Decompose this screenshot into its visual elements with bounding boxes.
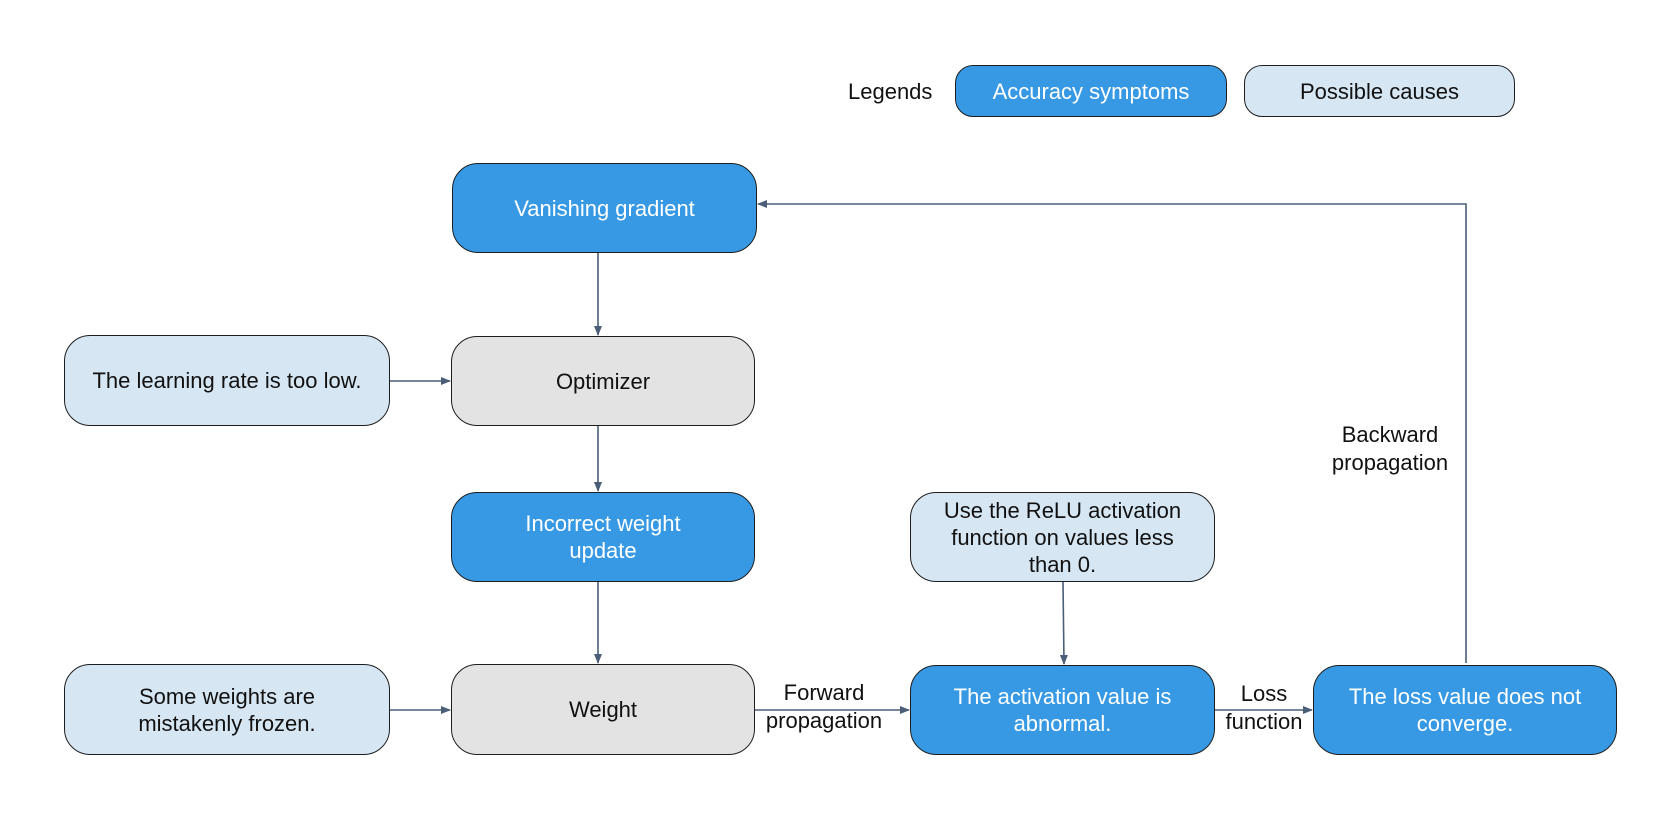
- edge-label-forward-propagation: Forward propagation: [765, 680, 883, 733]
- legend-accuracy-symptoms-label: Accuracy symptoms: [992, 78, 1190, 104]
- node-weight: Weight: [451, 664, 755, 755]
- node-learning-rate: The learning rate is too low.: [64, 335, 390, 426]
- edge-label-backward-propagation: Backward propagation: [1331, 422, 1449, 475]
- node-learning-rate-label: The learning rate is too low.: [92, 368, 362, 393]
- node-frozen-weights: Some weights are mistakenly frozen.: [64, 664, 390, 755]
- edge-relu-to-activation: [1059, 581, 1068, 665]
- node-optimizer: Optimizer: [451, 336, 755, 426]
- node-activation-abnormal: The activation value is abnormal.: [910, 665, 1215, 755]
- legend-title: Legends: [848, 79, 933, 104]
- node-relu: Use the ReLU activation function on valu…: [910, 492, 1215, 582]
- node-incorrect-weight-update-label: Incorrect weight update: [525, 511, 681, 563]
- node-incorrect-weight-update: Incorrect weight update: [451, 492, 755, 582]
- edge-label-loss-function: Loss function: [1225, 681, 1303, 734]
- diagram-canvas: Legends Accuracy symptoms Possible cause…: [0, 0, 1678, 816]
- node-vanishing-gradient-label: Vanishing gradient: [514, 195, 695, 221]
- node-activation-abnormal-label: The activation value is abnormal.: [953, 684, 1172, 736]
- legend-possible-causes: Possible causes: [1244, 65, 1515, 117]
- node-frozen-weights-label: Some weights are mistakenly frozen.: [138, 683, 316, 736]
- node-weight-label: Weight: [568, 697, 638, 722]
- node-vanishing-gradient: Vanishing gradient: [452, 163, 757, 253]
- node-loss-not-converge-label: The loss value does not converge.: [1348, 684, 1582, 736]
- node-relu-label: Use the ReLU activation function on valu…: [943, 497, 1182, 577]
- node-loss-not-converge: The loss value does not converge.: [1313, 665, 1617, 755]
- node-optimizer-label: Optimizer: [555, 368, 651, 394]
- legend-accuracy-symptoms: Accuracy symptoms: [955, 65, 1227, 117]
- legend-possible-causes-label: Possible causes: [1300, 78, 1459, 104]
